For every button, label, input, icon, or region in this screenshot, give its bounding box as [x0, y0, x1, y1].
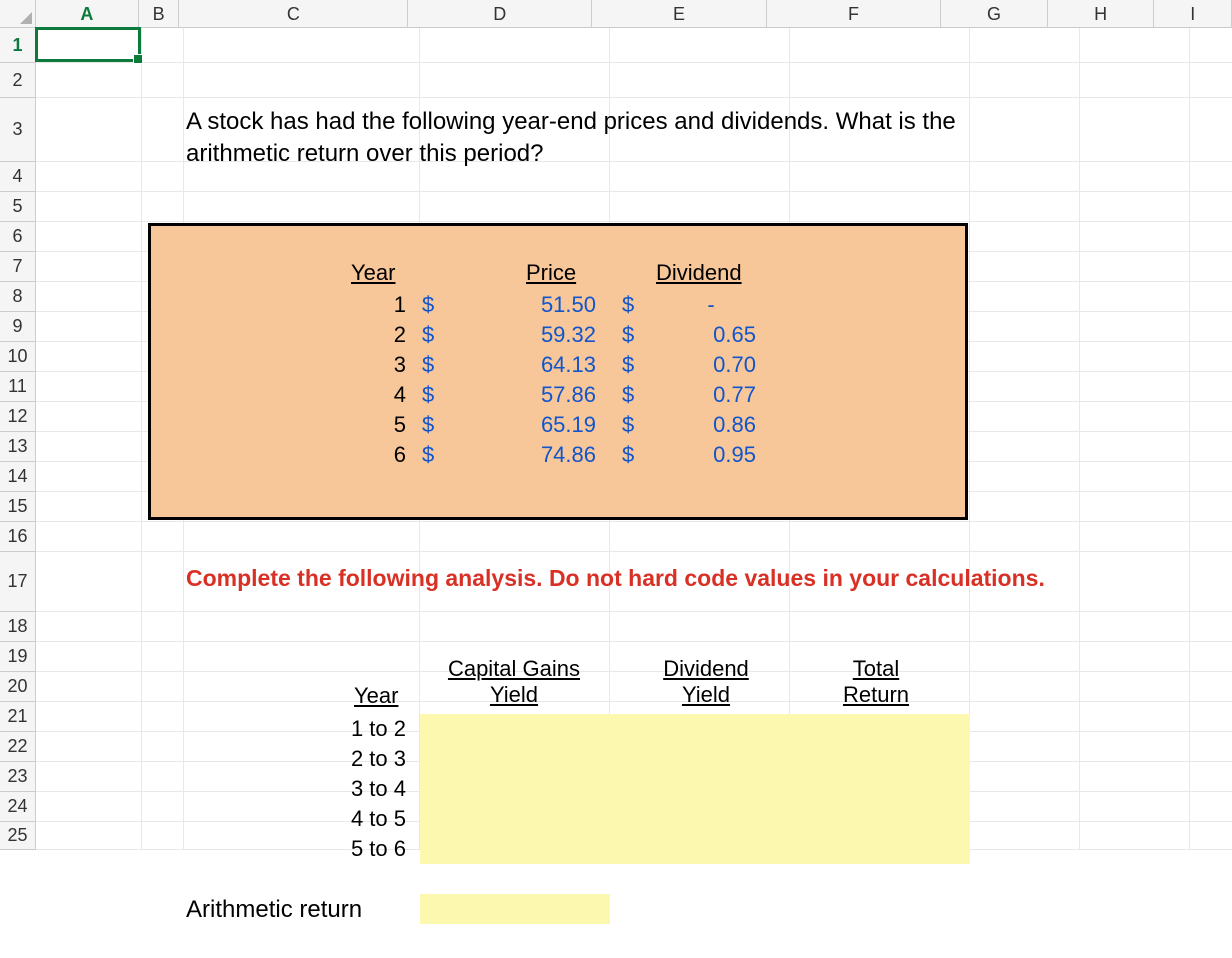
- analysis-header-cgy: Capital Gains Yield: [424, 656, 604, 709]
- dividend-currency-4: $: [622, 382, 634, 408]
- dividend-value-6: 0.95: [666, 442, 756, 468]
- dividend-currency-3: $: [622, 352, 634, 378]
- row-header-2[interactable]: 2: [0, 63, 36, 98]
- row-header-9[interactable]: 9: [0, 312, 36, 342]
- price-currency-5: $: [422, 412, 434, 438]
- price-currency-1: $: [422, 292, 434, 318]
- row-header-7[interactable]: 7: [0, 252, 36, 282]
- instruction-text: Complete the following analysis. Do not …: [186, 565, 1232, 592]
- price-currency-4: $: [422, 382, 434, 408]
- header-dividend: Dividend: [656, 260, 742, 286]
- cgy-line1: Capital Gains: [448, 656, 580, 681]
- col-header-D[interactable]: D: [408, 0, 592, 28]
- analysis-header-year: Year: [354, 683, 398, 709]
- dividend-currency-1: $: [622, 292, 634, 318]
- price-currency-2: $: [422, 322, 434, 348]
- row-header-23[interactable]: 23: [0, 762, 36, 792]
- row-header-25[interactable]: 25: [0, 822, 36, 850]
- cell-grid[interactable]: A stock has had the following year-end p…: [36, 28, 1232, 958]
- period-3to4: 3 to 4: [326, 776, 406, 802]
- row-header-17[interactable]: 17: [0, 552, 36, 612]
- dy-line2: Yield: [682, 682, 730, 707]
- price-currency-6: $: [422, 442, 434, 468]
- analysis-header-dy: Dividend Yield: [626, 656, 786, 709]
- yellow-input-block[interactable]: [420, 714, 970, 864]
- col-header-H[interactable]: H: [1048, 0, 1155, 28]
- dy-line1: Dividend: [663, 656, 749, 681]
- arithmetic-return-label: Arithmetic return: [186, 896, 362, 924]
- data-year-5: 5: [366, 412, 406, 438]
- row-header-10[interactable]: 10: [0, 342, 36, 372]
- col-header-A[interactable]: A: [36, 0, 139, 28]
- header-year: Year: [351, 260, 395, 286]
- row-header-16[interactable]: 16: [0, 522, 36, 552]
- row-headers: 1234567891011121314151617181920212223242…: [0, 28, 36, 850]
- dividend-value-4: 0.77: [666, 382, 756, 408]
- row-header-3[interactable]: 3: [0, 98, 36, 162]
- data-year-3: 3: [366, 352, 406, 378]
- dividend-value-2: 0.65: [666, 322, 756, 348]
- period-2to3: 2 to 3: [326, 746, 406, 772]
- row-header-12[interactable]: 12: [0, 402, 36, 432]
- period-4to5: 4 to 5: [326, 806, 406, 832]
- row-header-22[interactable]: 22: [0, 732, 36, 762]
- row-header-1[interactable]: 1: [0, 28, 36, 63]
- dividend-currency-2: $: [622, 322, 634, 348]
- dividend-currency-6: $: [622, 442, 634, 468]
- row-header-24[interactable]: 24: [0, 792, 36, 822]
- row-header-4[interactable]: 4: [0, 162, 36, 192]
- col-header-B[interactable]: B: [139, 0, 180, 28]
- row-header-19[interactable]: 19: [0, 642, 36, 672]
- dividend-value-3: 0.70: [666, 352, 756, 378]
- row-header-5[interactable]: 5: [0, 192, 36, 222]
- col-header-F[interactable]: F: [767, 0, 941, 28]
- dividend-currency-5: $: [622, 412, 634, 438]
- analysis-header-tr: Total Return: [806, 656, 946, 709]
- data-year-2: 2: [366, 322, 406, 348]
- dividend-value-5: 0.86: [666, 412, 756, 438]
- row-header-15[interactable]: 15: [0, 492, 36, 522]
- question-text: A stock has had the following year-end p…: [186, 106, 1056, 171]
- data-year-6: 6: [366, 442, 406, 468]
- col-header-I[interactable]: I: [1154, 0, 1232, 28]
- row-header-14[interactable]: 14: [0, 462, 36, 492]
- row-header-13[interactable]: 13: [0, 432, 36, 462]
- row-header-21[interactable]: 21: [0, 702, 36, 732]
- price-value-5: 65.19: [486, 412, 596, 438]
- arithmetic-return-input[interactable]: [420, 894, 610, 924]
- col-header-G[interactable]: G: [941, 0, 1048, 28]
- price-value-1: 51.50: [486, 292, 596, 318]
- period-1to2: 1 to 2: [326, 716, 406, 742]
- row-header-8[interactable]: 8: [0, 282, 36, 312]
- price-value-6: 74.86: [486, 442, 596, 468]
- row-header-18[interactable]: 18: [0, 612, 36, 642]
- header-price: Price: [526, 260, 576, 286]
- col-header-E[interactable]: E: [592, 0, 766, 28]
- column-headers: ABCDEFGHI: [36, 0, 1232, 28]
- price-value-2: 59.32: [486, 322, 596, 348]
- col-header-C[interactable]: C: [179, 0, 408, 28]
- tr-line1: Total: [853, 656, 899, 681]
- period-5to6: 5 to 6: [326, 836, 406, 862]
- select-all-corner[interactable]: [0, 0, 36, 28]
- cgy-line2: Yield: [490, 682, 538, 707]
- row-header-11[interactable]: 11: [0, 372, 36, 402]
- price-value-4: 57.86: [486, 382, 596, 408]
- data-year-1: 1: [366, 292, 406, 318]
- dividend-value-1: -: [666, 292, 756, 318]
- spreadsheet: ABCDEFGHI 123456789101112131415161718192…: [0, 0, 1232, 958]
- tr-line2: Return: [843, 682, 909, 707]
- data-year-4: 4: [366, 382, 406, 408]
- row-header-20[interactable]: 20: [0, 672, 36, 702]
- price-value-3: 64.13: [486, 352, 596, 378]
- price-currency-3: $: [422, 352, 434, 378]
- row-header-6[interactable]: 6: [0, 222, 36, 252]
